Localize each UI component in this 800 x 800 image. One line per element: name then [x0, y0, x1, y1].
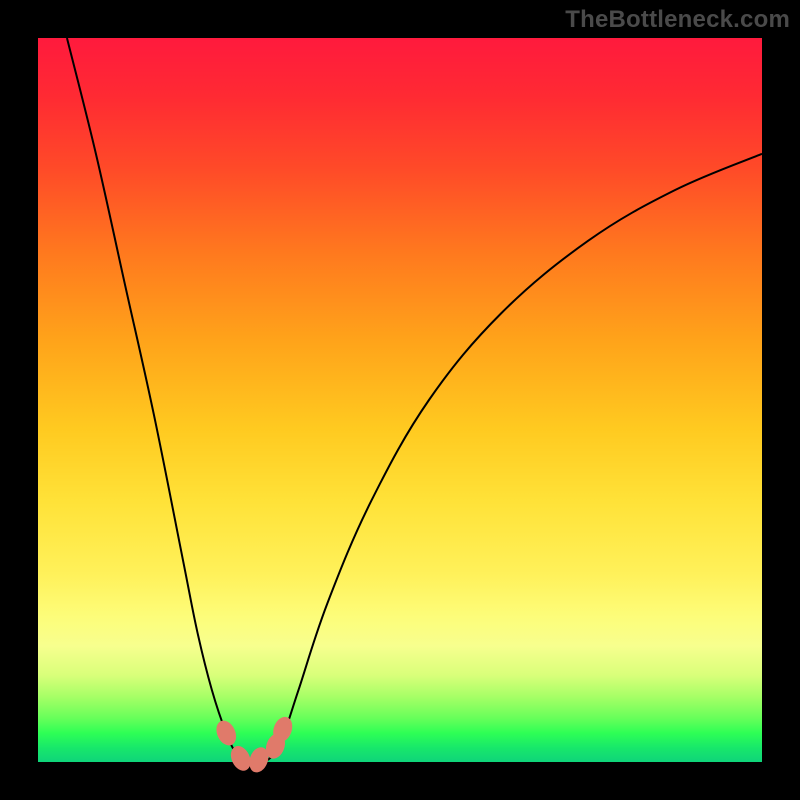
plot-area — [38, 38, 762, 762]
data-marker — [213, 717, 240, 748]
curve-right-branch — [255, 154, 762, 763]
curve-layer — [38, 38, 762, 762]
curve-left-branch — [67, 38, 255, 763]
markers-group — [213, 714, 296, 775]
chart-frame: TheBottleneck.com — [0, 0, 800, 800]
attribution-label: TheBottleneck.com — [565, 6, 790, 34]
